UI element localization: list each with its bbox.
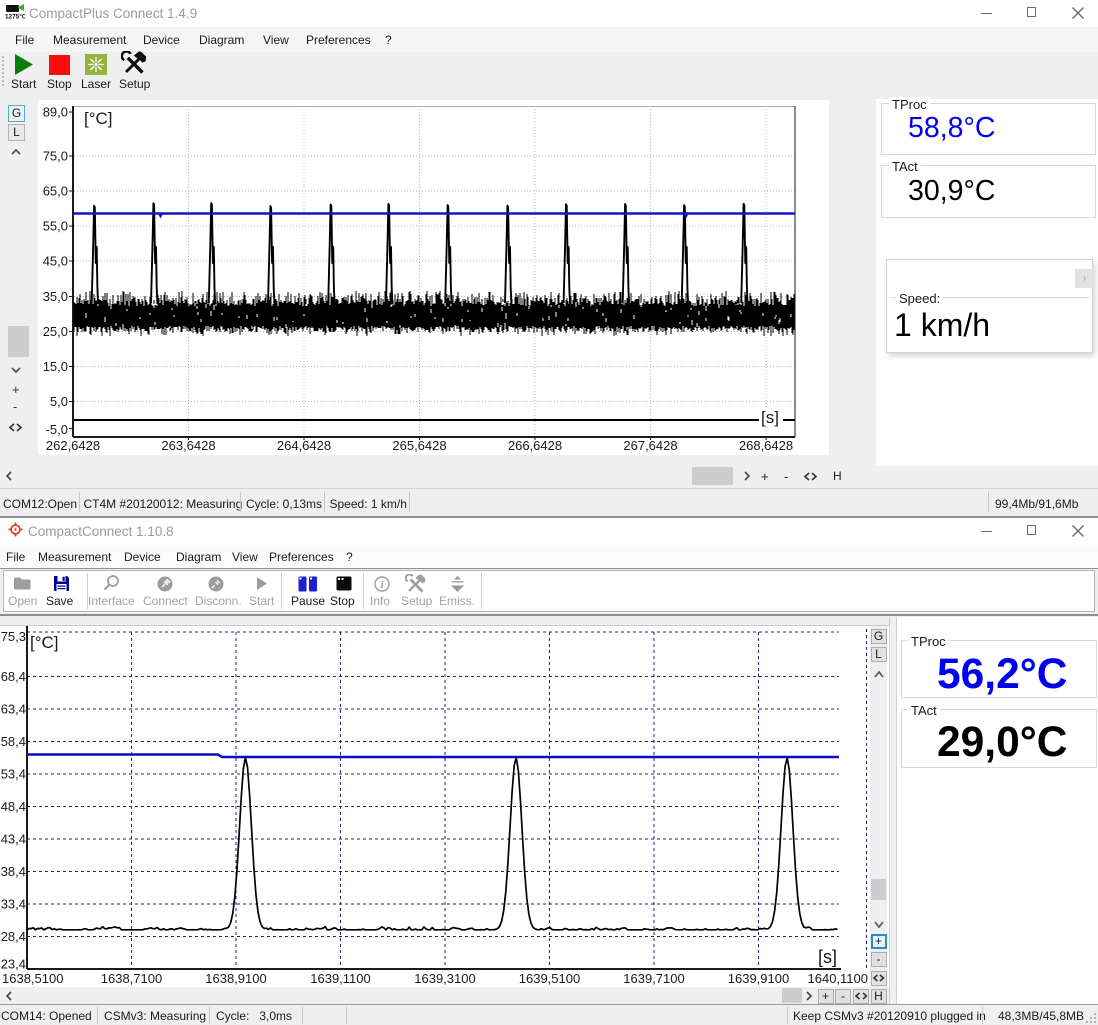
svg-text:1639,1100: 1639,1100 [310, 971, 371, 986]
svg-text:268,6428: 268,6428 [739, 438, 793, 453]
svg-text:264,6428: 264,6428 [277, 438, 331, 453]
svg-text:63,4: 63,4 [1, 702, 26, 717]
svg-text:45,0: 45,0 [43, 254, 68, 269]
svg-text:1638,7100: 1638,7100 [101, 971, 162, 986]
svg-text:1640,1100: 1640,1100 [808, 971, 869, 986]
svg-text:266,6428: 266,6428 [508, 438, 562, 453]
svg-text:25,0: 25,0 [43, 324, 68, 339]
svg-text:1639,5100: 1639,5100 [519, 971, 580, 986]
svg-text:1639,3100: 1639,3100 [414, 971, 475, 986]
svg-text:75,3: 75,3 [1, 629, 26, 644]
svg-text:68,4: 68,4 [1, 669, 26, 684]
svg-text:65,0: 65,0 [43, 184, 68, 199]
svg-text:1639,9100: 1639,9100 [728, 971, 789, 986]
svg-text:15,0: 15,0 [43, 359, 68, 374]
svg-text:267,6428: 267,6428 [623, 438, 677, 453]
svg-text:75,0: 75,0 [43, 149, 68, 164]
svg-text:[s]: [s] [818, 947, 837, 967]
svg-text:263,6428: 263,6428 [161, 438, 215, 453]
svg-text:33,4: 33,4 [1, 897, 26, 912]
svg-text:43,4: 43,4 [1, 832, 26, 847]
svg-text:1275°C: 1275°C [5, 13, 25, 21]
svg-text:5,0: 5,0 [50, 394, 68, 409]
svg-text:262,6428: 262,6428 [46, 438, 100, 453]
svg-text:[s]: [s] [761, 408, 779, 427]
svg-text:48,4: 48,4 [1, 799, 26, 814]
svg-text:1638,5100: 1638,5100 [2, 971, 63, 986]
svg-text:35,0: 35,0 [43, 289, 68, 304]
svg-text:38,4: 38,4 [1, 864, 26, 879]
svg-text:58,4: 58,4 [1, 734, 26, 749]
svg-text:-5,0: -5,0 [46, 422, 68, 437]
svg-text:[°C]: [°C] [30, 633, 59, 652]
svg-text:89,0: 89,0 [43, 105, 68, 120]
svg-text:55,0: 55,0 [43, 219, 68, 234]
svg-text:i: i [380, 579, 384, 591]
svg-text:1638,9100: 1638,9100 [205, 971, 266, 986]
svg-text:23,4: 23,4 [1, 957, 26, 972]
svg-text:53,4: 53,4 [1, 767, 26, 782]
svg-text:28,4: 28,4 [1, 929, 26, 944]
svg-text:[°C]: [°C] [84, 109, 113, 128]
svg-text:265,6428: 265,6428 [392, 438, 446, 453]
svg-text:1639,7100: 1639,7100 [623, 971, 684, 986]
